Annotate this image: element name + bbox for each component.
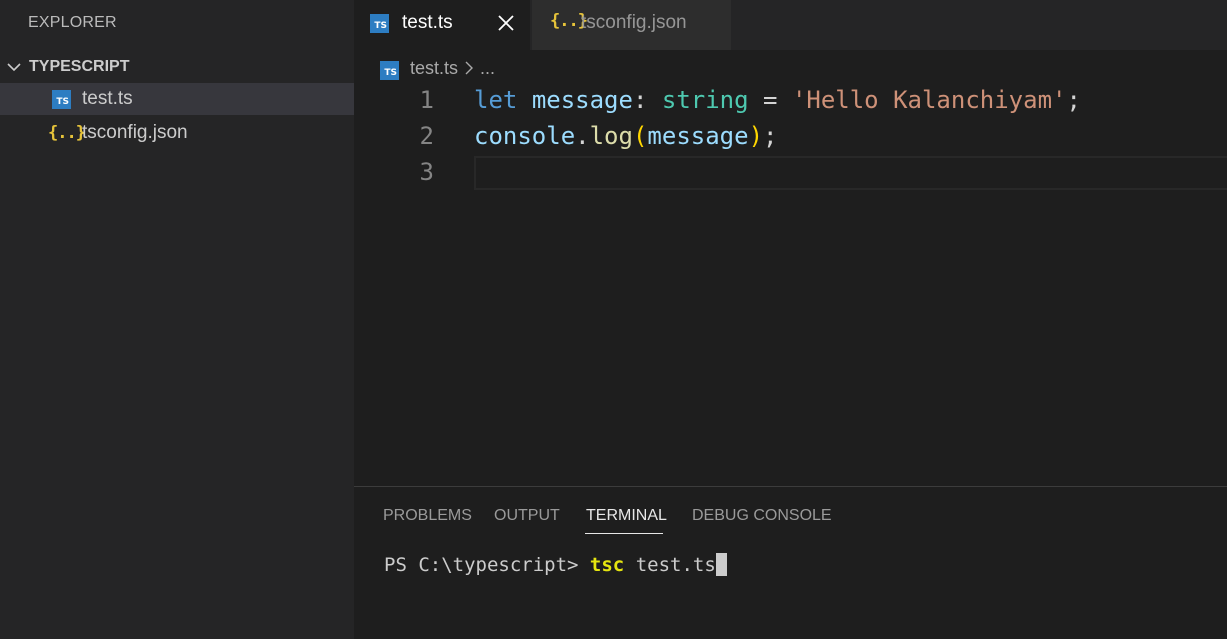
tree-item-test-ts[interactable]: TS test.ts (0, 83, 354, 115)
breadcrumb: TS test.ts ... (380, 55, 495, 81)
terminal-command: tsc (589, 554, 625, 576)
terminal-output[interactable]: PS C:\typescript> tsc test.ts (384, 553, 727, 576)
chevron-down-icon (7, 63, 21, 72)
tree-item-label: test.ts (82, 88, 133, 109)
ts-file-icon: TS (380, 60, 399, 80)
explorer-sidebar: EXPLORER TYPESCRIPT TS test.ts {..} tsco… (0, 0, 354, 639)
breadcrumb-file[interactable]: test.ts (410, 58, 458, 79)
section-header-typescript[interactable]: TYPESCRIPT (0, 54, 354, 80)
current-line-highlight (474, 156, 1227, 190)
tab-label: test.ts (402, 12, 453, 33)
ts-file-icon: TS (52, 89, 71, 109)
code-text: console.log(message); (474, 122, 778, 150)
ts-file-icon: TS (370, 14, 389, 33)
tab-output[interactable]: OUTPUT (494, 507, 560, 525)
tab-tsconfig[interactable]: {..} tsconfig.json (532, 0, 731, 50)
code-editor[interactable]: 1 let message: string = 'Hello Kalanchiy… (354, 84, 1227, 484)
terminal-args: test.ts (635, 554, 716, 576)
tree-item-label: tsconfig.json (82, 122, 188, 143)
line-number: 2 (419, 122, 434, 150)
active-tab-underline (585, 533, 663, 534)
json-file-icon: {..} (48, 123, 86, 143)
chevron-right-icon (465, 61, 474, 75)
terminal-prompt: PS C:\typescript> (384, 554, 579, 576)
line-number: 3 (419, 158, 434, 186)
tab-test-ts[interactable]: TS test.ts (354, 0, 530, 50)
close-icon[interactable] (496, 13, 516, 33)
code-text: let message: string = 'Hello Kalanchiyam… (474, 86, 1081, 114)
tree-item-tsconfig[interactable]: {..} tsconfig.json (0, 117, 354, 149)
section-label: TYPESCRIPT (29, 58, 130, 75)
terminal-cursor (715, 553, 727, 576)
editor-tab-bar: TS test.ts {..} tsconfig.json (354, 0, 1227, 50)
line-number: 1 (419, 86, 434, 114)
tab-label: tsconfig.json (581, 12, 687, 33)
code-line-current: 3 (354, 156, 1227, 192)
explorer-title: EXPLORER (28, 14, 117, 31)
bottom-panel: PROBLEMS OUTPUT TERMINAL DEBUG CONSOLE P… (354, 486, 1227, 639)
breadcrumb-more[interactable]: ... (480, 58, 495, 79)
code-line: 2 console.log(message); (354, 120, 1227, 156)
tab-terminal[interactable]: TERMINAL (586, 507, 667, 525)
tab-problems[interactable]: PROBLEMS (383, 507, 472, 525)
code-line: 1 let message: string = 'Hello Kalanchiy… (354, 84, 1227, 120)
tab-debug-console[interactable]: DEBUG CONSOLE (692, 507, 832, 525)
